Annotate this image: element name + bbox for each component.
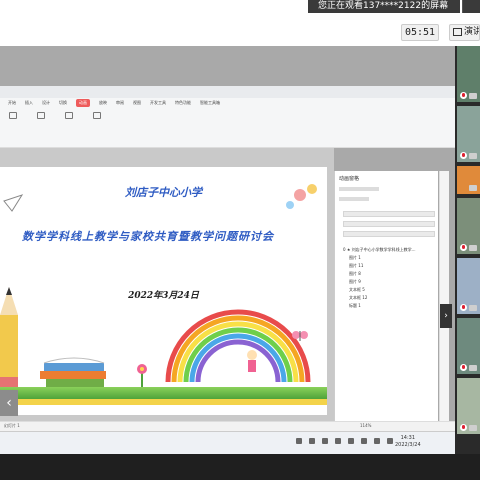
- menu-tab[interactable]: 特色功能: [175, 99, 191, 107]
- taskbar-time: 14:31: [400, 435, 416, 441]
- menu-tab-active[interactable]: 动画: [76, 99, 90, 107]
- tray-icon[interactable]: [387, 438, 393, 444]
- participant-tile[interactable]: [457, 166, 480, 194]
- ppt-title-bar: [0, 86, 455, 98]
- mic-muted-icon: [460, 424, 467, 431]
- present-button[interactable]: 演讲: [449, 24, 480, 41]
- participant-name: [469, 245, 477, 251]
- mic-muted-icon: [460, 364, 467, 371]
- status-slide-number: 幻灯片 1: [4, 423, 20, 428]
- participant-list: [455, 46, 480, 454]
- ribbon-tool-button[interactable]: [86, 110, 108, 130]
- status-zoom[interactable]: 114%: [360, 423, 371, 428]
- menu-tab[interactable]: 设计: [42, 99, 50, 107]
- pane-list-item[interactable]: 文本框 12: [349, 295, 367, 301]
- slide[interactable]: 刘店子中心小学 数学学科线上教学与家校共育暨教学问题研讨会 2022年3月24日: [0, 167, 327, 415]
- ribbon-tool-button[interactable]: [30, 110, 52, 130]
- menu-tab[interactable]: 视图: [133, 99, 141, 107]
- menu-tab[interactable]: 插入: [25, 99, 33, 107]
- menu-tab[interactable]: 审阅: [116, 99, 124, 107]
- ribbon-tool-button[interactable]: [2, 110, 24, 130]
- tray-icons: [296, 438, 393, 444]
- present-label: 演讲: [464, 27, 479, 37]
- slide-date: 2022年3月24日: [128, 291, 199, 301]
- scroll-right-button[interactable]: ›: [440, 304, 452, 328]
- participant-name: [469, 425, 477, 431]
- ribbon-tool-button[interactable]: [58, 110, 80, 130]
- animation-pane: 动画窗格 0 ★ 刘店子中心小学数学学科线上教学... 图片 1 图片 11 图…: [334, 171, 438, 421]
- pane-list-item[interactable]: 文本框 5: [349, 287, 365, 293]
- tray-icon[interactable]: [361, 438, 367, 444]
- participant-tile[interactable]: [457, 106, 480, 162]
- participant-tile[interactable]: [457, 198, 480, 254]
- slide-title: 刘店子中心小学: [125, 186, 202, 199]
- books-graphic: [40, 357, 106, 387]
- participant-tile[interactable]: [457, 258, 480, 314]
- pane-list-item[interactable]: 图片 9: [349, 279, 361, 285]
- pane-field[interactable]: [343, 231, 435, 237]
- tray-icon[interactable]: [335, 438, 341, 444]
- meeting-bottom-bar: [0, 454, 480, 480]
- pane-list-item[interactable]: 图片 8: [349, 271, 361, 277]
- menu-tab[interactable]: 智能工具箱: [200, 99, 220, 107]
- menu-tab[interactable]: 开始: [8, 99, 16, 107]
- ppt-menu-tabs: 开始 插入 设计 切换 动画 放映 审阅 视图 开发工具 特色功能 智能工具箱: [8, 99, 220, 107]
- tray-icon[interactable]: [348, 438, 354, 444]
- tool-icon: [93, 112, 101, 119]
- previous-slide-button[interactable]: ‹: [0, 390, 18, 416]
- watching-screen-banner: 您正在观看137****2122的屏幕: [308, 0, 460, 13]
- tray-icon[interactable]: [322, 438, 328, 444]
- pane-field[interactable]: [343, 211, 435, 217]
- taskbar-clock: 14:31 2022/3/24: [395, 435, 421, 449]
- present-icon: [453, 28, 462, 36]
- pane-list-item[interactable]: 标题 1: [349, 303, 361, 309]
- taskbar-date: 2022/3/24: [395, 442, 421, 448]
- participant-name: [469, 93, 477, 99]
- participant-tile[interactable]: [457, 318, 480, 374]
- girl-graphic: [247, 350, 257, 372]
- ribbon-tools: [2, 110, 108, 130]
- pane-list-item[interactable]: 图片 11: [349, 263, 363, 269]
- shared-screen: 开始 插入 设计 切换 动画 放映 审阅 视图 开发工具 特色功能 智能工具箱: [0, 46, 455, 454]
- pane-side-toolbar[interactable]: [439, 171, 449, 421]
- mic-muted-icon: [460, 92, 467, 99]
- ppt-status-bar: 幻灯片 1 114%: [0, 421, 455, 431]
- tray-icon[interactable]: [296, 438, 302, 444]
- tool-icon: [9, 112, 17, 119]
- participant-name: [469, 365, 477, 371]
- pane-toolbar: [339, 197, 369, 201]
- pane-toolbar: [339, 187, 379, 191]
- tool-icon: [37, 112, 45, 119]
- pane-list-item[interactable]: 图片 1: [349, 255, 361, 261]
- tray-icon[interactable]: [309, 438, 315, 444]
- meeting-timer: 05:51: [401, 24, 439, 41]
- participant-tile[interactable]: [457, 378, 480, 434]
- mic-muted-icon: [460, 244, 467, 251]
- mic-muted-icon: [460, 152, 467, 159]
- tray-icon[interactable]: [374, 438, 380, 444]
- participant-name: [469, 185, 477, 191]
- pane-field[interactable]: [343, 221, 435, 227]
- participant-name: [469, 305, 477, 311]
- windows-taskbar: 14:31 2022/3/24: [0, 431, 455, 454]
- menu-tab[interactable]: 放映: [99, 99, 107, 107]
- participant-tile[interactable]: [457, 46, 480, 102]
- meeting-window: 您正在观看137****2122的屏幕 05:51 演讲 开始 插入 设计 切换…: [0, 0, 480, 480]
- pane-list-item[interactable]: 0 ★ 刘店子中心小学数学学科线上教学...: [343, 247, 416, 253]
- participant-name: [469, 153, 477, 159]
- menu-tab[interactable]: 开发工具: [150, 99, 166, 107]
- banner-collapse-button[interactable]: [462, 0, 480, 13]
- slide-subtitle: 数学学科线上教学与家校共育暨教学问题研讨会: [22, 230, 274, 243]
- animation-pane-title: 动画窗格: [339, 176, 360, 182]
- tool-icon: [65, 112, 73, 119]
- mic-muted-icon: [460, 304, 467, 311]
- menu-tab[interactable]: 切换: [59, 99, 67, 107]
